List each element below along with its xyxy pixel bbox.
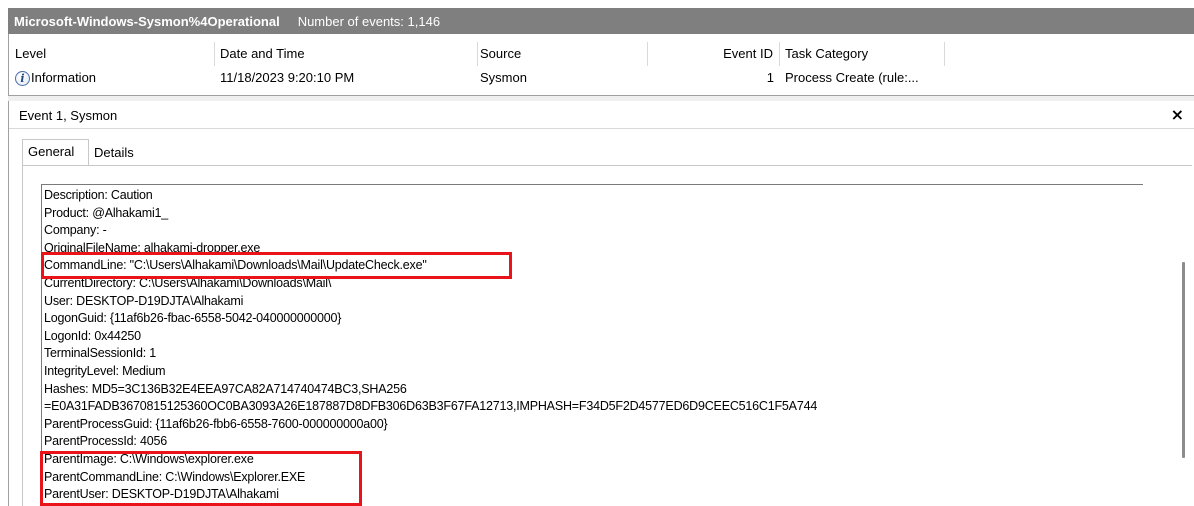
- event-row[interactable]: i Information 11/18/2023 9:20:10 PM Sysmo…: [9, 66, 1194, 90]
- vertical-scrollbar[interactable]: [1175, 166, 1192, 506]
- event-id: 1: [766, 70, 774, 85]
- log-name: Microsoft-Windows-Sysmon%4Operational: [14, 13, 280, 29]
- command-line-line: CommandLine: "C:\Users\Alhakami\Download…: [44, 258, 427, 273]
- terminal-session-id-line: TerminalSessionId: 1: [44, 346, 157, 361]
- company-line: Company: -: [44, 223, 107, 238]
- detail-header: Event 1, Sysmon ×: [9, 101, 1194, 129]
- event-description-textbox[interactable]: Description: Caution Product: @Alhakami1…: [41, 184, 1143, 506]
- logon-id-line: LogonId: 0x44250: [44, 328, 141, 343]
- log-titlebar: Microsoft-Windows-Sysmon%4Operational Nu…: [8, 8, 1194, 34]
- close-icon[interactable]: ×: [1171, 105, 1184, 124]
- logon-guid-line: LogonGuid: {11af6b26-fbac-6558-5042-0400…: [44, 311, 342, 326]
- parent-image-line: ParentImage: C:\Windows\explorer.exe: [44, 451, 254, 466]
- column-header-event-id[interactable]: Event ID: [650, 42, 780, 66]
- column-header-task-category[interactable]: Task Category: [785, 42, 945, 66]
- event-count: Number of events: 1,146: [297, 13, 441, 29]
- list-header: Level Date and Time Source Event ID Task…: [9, 42, 1194, 66]
- integrity-level-line: IntegrityLevel: Medium: [44, 363, 166, 378]
- scrollbar-thumb[interactable]: [1182, 262, 1185, 458]
- parent-process-id-line: ParentProcessId: 4056: [44, 434, 167, 449]
- description-line: Description: Caution: [44, 188, 153, 202]
- hashes-line: Hashes: MD5=3C136B32E4EEA97CA82A71474047…: [44, 381, 407, 396]
- current-directory-line: CurrentDirectory: C:\Users\Alhakami\Down…: [44, 275, 332, 290]
- event-list: Level Date and Time Source Event ID Task…: [8, 34, 1194, 96]
- event-task-category: Process Create (rule:...: [785, 70, 919, 85]
- event-detail-pane: Event 1, Sysmon × General Details Descri…: [8, 101, 1194, 506]
- event-level-cell: i Information: [15, 66, 215, 90]
- tab-details[interactable]: Details: [89, 143, 149, 165]
- detail-title: Event 1, Sysmon: [19, 108, 118, 123]
- event-source: Sysmon: [480, 70, 527, 85]
- tab-body: Description: Caution Product: @Alhakami1…: [22, 165, 1192, 506]
- original-filename-line: OriginalFileName: alhakami-dropper.exe: [44, 240, 261, 255]
- event-description-lines: Description: Caution Product: @Alhakami1…: [44, 187, 817, 504]
- parent-user-line: ParentUser: DESKTOP-D19DJTA\Alhakami: [44, 487, 279, 502]
- column-header-source[interactable]: Source: [480, 42, 648, 66]
- event-date-time: 11/18/2023 9:20:10 PM: [220, 70, 355, 85]
- product-line: Product: @Alhakami1_: [44, 205, 169, 220]
- column-header-level[interactable]: Level: [15, 42, 215, 66]
- event-level: Information: [31, 70, 97, 85]
- parent-process-guid-line: ParentProcessGuid: {11af6b26-fbb6-6558-7…: [44, 416, 388, 431]
- hashes-continuation-line: =E0A31FADB3670815125360OC0BA3093A26E1878…: [44, 399, 818, 414]
- info-icon: i: [15, 71, 30, 87]
- tab-general[interactable]: General: [22, 139, 89, 166]
- column-header-date-time[interactable]: Date and Time: [220, 42, 478, 66]
- user-line: User: DESKTOP-D19DJTA\Alhakami: [44, 293, 244, 308]
- parent-command-line-line: ParentCommandLine: C:\Windows\Explorer.E…: [44, 469, 306, 484]
